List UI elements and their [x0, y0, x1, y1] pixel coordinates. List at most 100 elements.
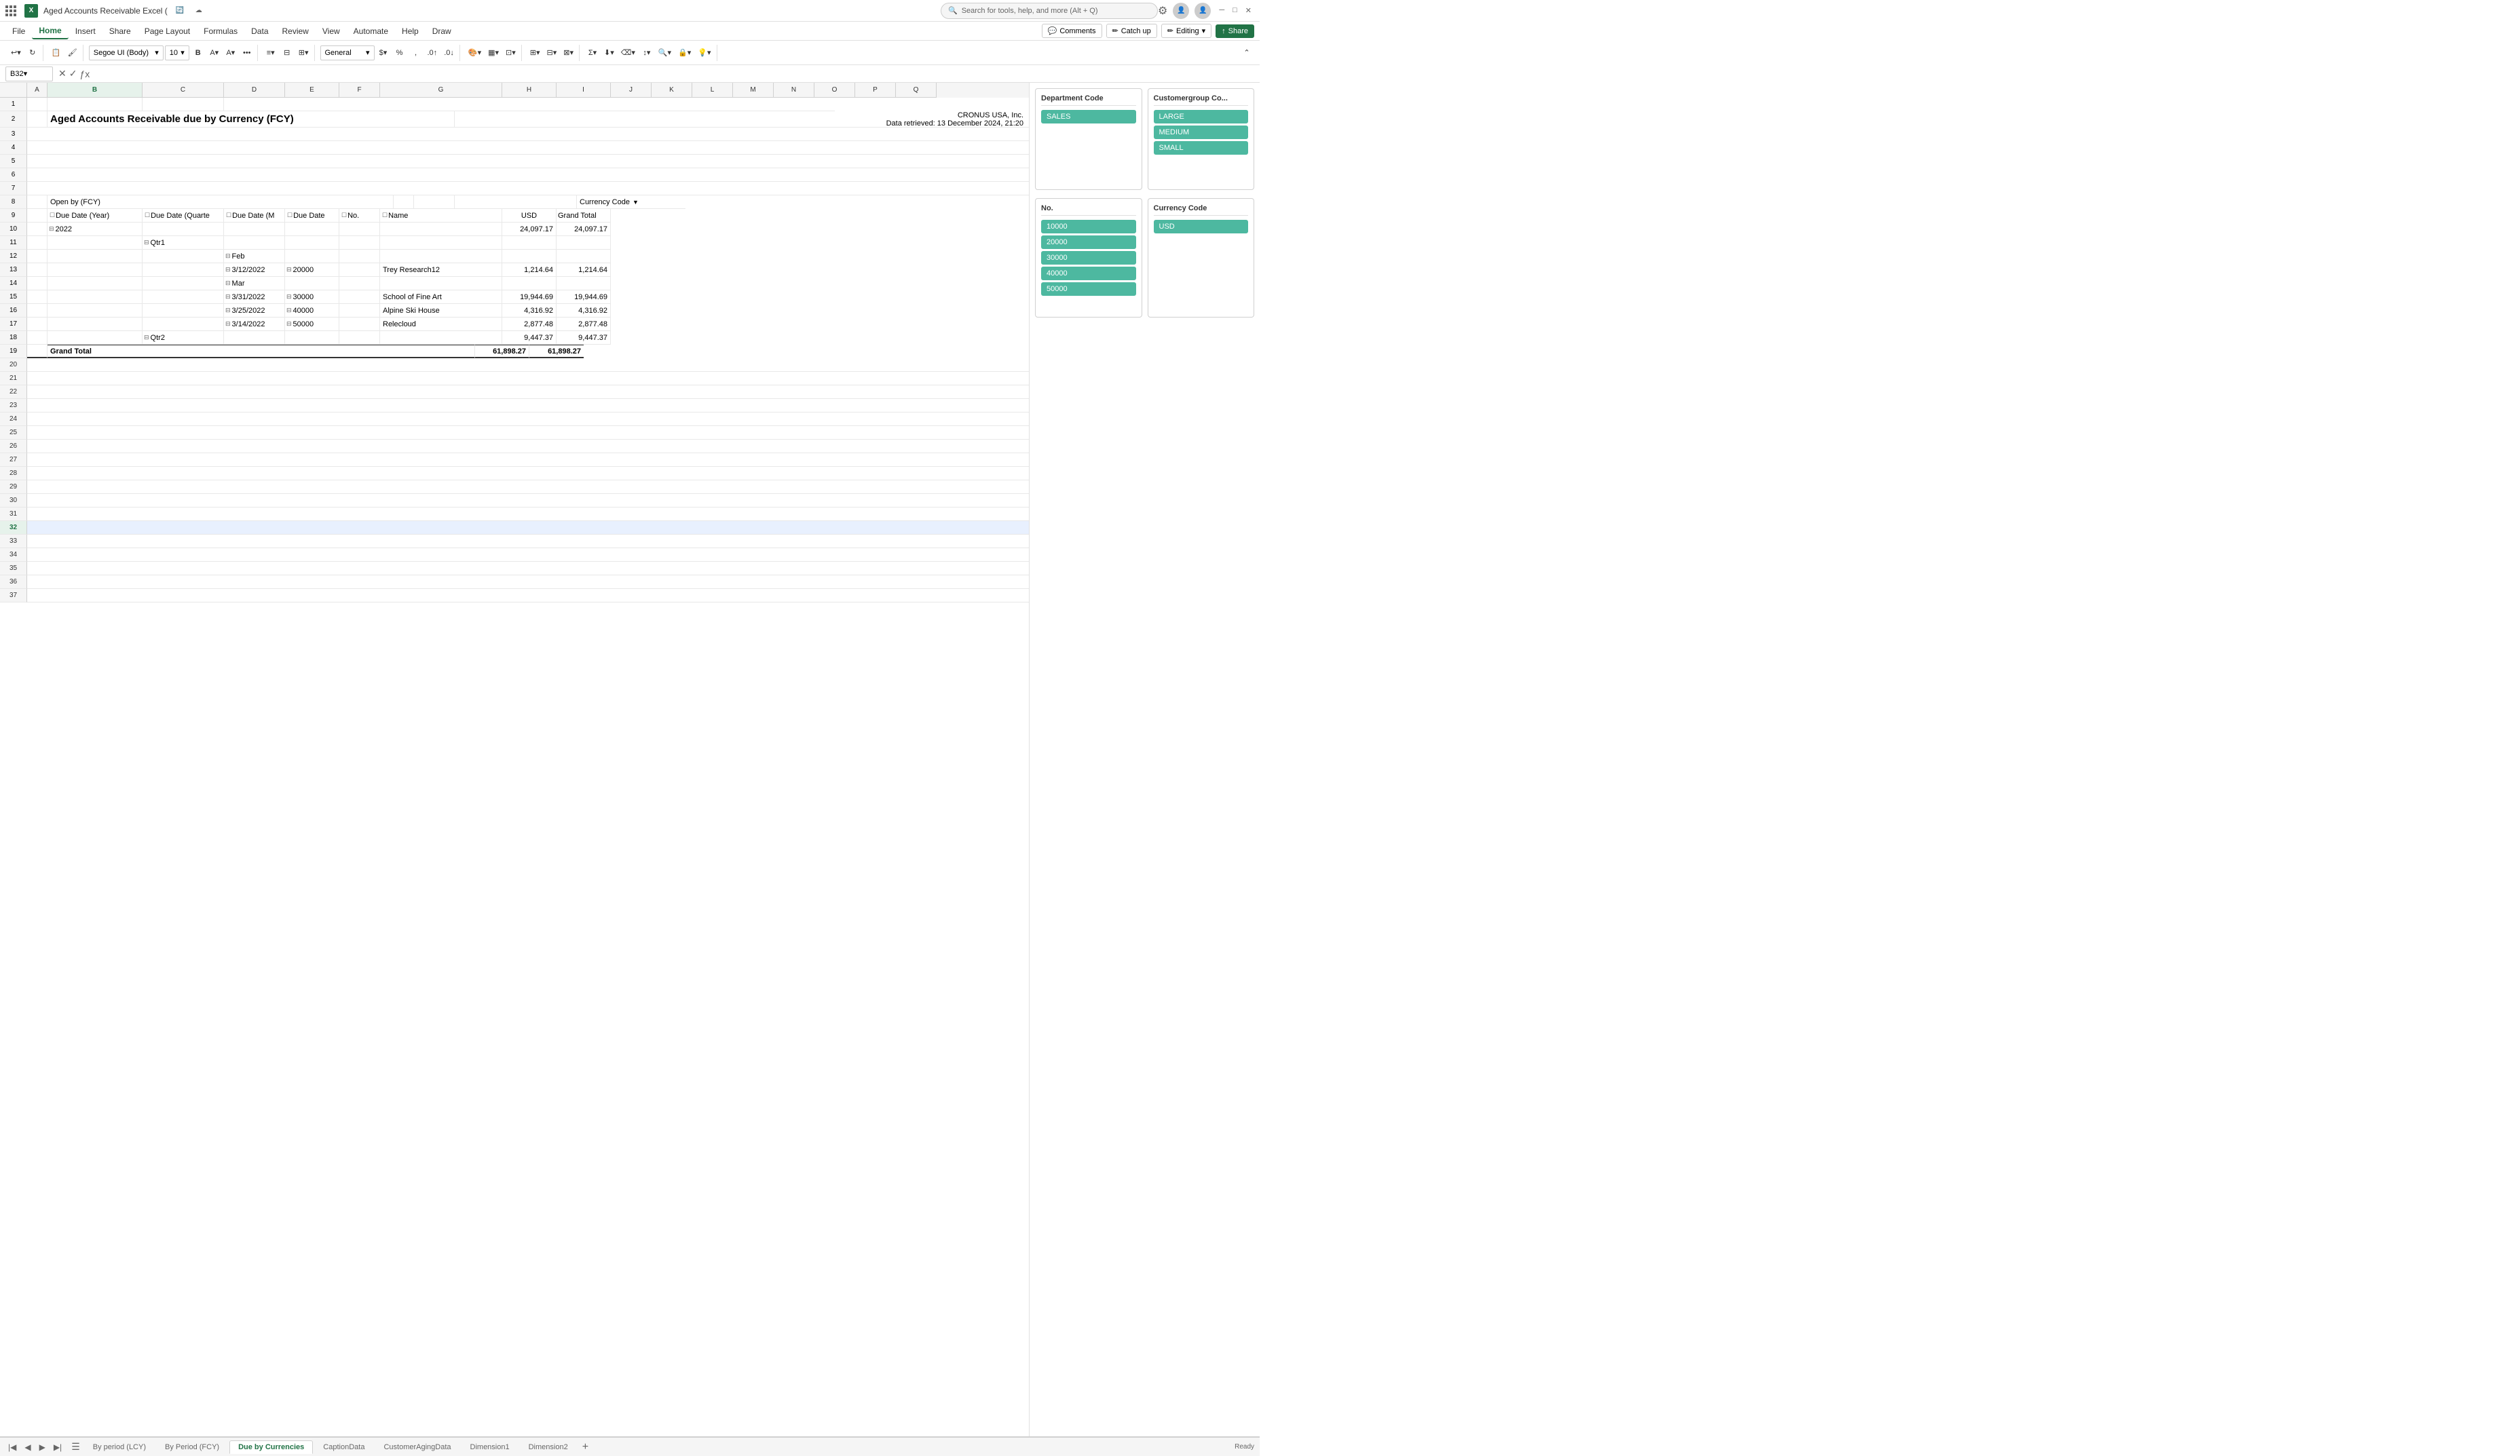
- row-header-20[interactable]: 20: [0, 358, 27, 372]
- row-header-15[interactable]: 15: [0, 290, 27, 304]
- comments-btn[interactable]: 💬 Comments: [1042, 24, 1102, 38]
- cell-G14[interactable]: [380, 277, 502, 290]
- row-header-22[interactable]: 22: [0, 385, 27, 399]
- row-header-13[interactable]: 13: [0, 263, 27, 277]
- sensitivity-btn[interactable]: 🔒▾: [675, 45, 694, 61]
- cell-no-40000[interactable]: ⊟ 40000: [285, 304, 339, 318]
- tab-insert[interactable]: Insert: [69, 24, 102, 39]
- cell-grand-total-val[interactable]: 61,898.27: [529, 345, 584, 358]
- col-header-M[interactable]: M: [733, 83, 774, 98]
- col-header-H[interactable]: H: [502, 83, 557, 98]
- col-header-E[interactable]: E: [285, 83, 339, 98]
- cell-B17[interactable]: [48, 318, 143, 331]
- col-header-Q[interactable]: Q: [896, 83, 937, 98]
- cell-B1[interactable]: [48, 98, 143, 111]
- cell-G18[interactable]: [380, 331, 502, 345]
- expand-40000-icon[interactable]: ⊟: [286, 307, 292, 314]
- ideas-btn[interactable]: 💡▾: [695, 45, 713, 61]
- cell-F16[interactable]: [339, 304, 380, 318]
- row-header-8[interactable]: 8: [0, 195, 27, 209]
- cell-C17[interactable]: [143, 318, 224, 331]
- cell-F17[interactable]: [339, 318, 380, 331]
- wrap-btn[interactable]: ⊟: [280, 45, 295, 61]
- cell-grand-total-label[interactable]: Grand Total: [48, 345, 475, 358]
- col-header-D[interactable]: D: [224, 83, 285, 98]
- cell-A14[interactable]: [27, 277, 48, 290]
- cell-A8[interactable]: [27, 195, 48, 209]
- tab-data[interactable]: Data: [244, 24, 275, 39]
- row-header-31[interactable]: 31: [0, 507, 27, 521]
- tab-review[interactable]: Review: [276, 24, 316, 39]
- sheet-nav-next[interactable]: ▶: [37, 1441, 48, 1453]
- tab-draw[interactable]: Draw: [426, 24, 458, 39]
- insert-cells-btn[interactable]: ⊞▾: [527, 45, 543, 61]
- cell-E8[interactable]: [394, 195, 414, 209]
- cell-D10[interactable]: [224, 223, 285, 236]
- cell-mar[interactable]: ⊟ Mar: [224, 277, 285, 290]
- row-header-36[interactable]: 36: [0, 575, 27, 589]
- cell-A18[interactable]: [27, 331, 48, 345]
- more-btn[interactable]: •••: [240, 45, 255, 61]
- cell-C14[interactable]: [143, 277, 224, 290]
- row-header-35[interactable]: 35: [0, 562, 27, 575]
- sheet-tab-dimension2[interactable]: Dimension2: [520, 1440, 577, 1453]
- cell-E12[interactable]: [285, 250, 339, 263]
- row-header-25[interactable]: 25: [0, 426, 27, 440]
- cell-date-331[interactable]: ⊟ 3/31/2022: [224, 290, 285, 304]
- fill-color-btn[interactable]: A▾: [207, 45, 222, 61]
- search-bar[interactable]: 🔍 Search for tools, help, and more (Alt …: [941, 3, 1158, 19]
- cell-F15[interactable]: [339, 290, 380, 304]
- cell-E11[interactable]: [285, 236, 339, 250]
- cell-A1[interactable]: [27, 98, 48, 111]
- cell-no-20000[interactable]: ⊟ 20000: [285, 263, 339, 277]
- cell-C1[interactable]: [143, 98, 224, 111]
- excel-grid[interactable]: A B C D E F G H I J K L M N O P Q 1: [0, 83, 1029, 1436]
- close-btn[interactable]: ✕: [1243, 6, 1254, 15]
- cell-qtr1[interactable]: ⊟ Qtr1: [143, 236, 224, 250]
- row-header-16[interactable]: 16: [0, 304, 27, 318]
- format-selector[interactable]: General ▾: [320, 45, 375, 60]
- conditional-format-btn[interactable]: 🎨▾: [466, 45, 484, 61]
- cell-B16[interactable]: [48, 304, 143, 318]
- checkbox-due-date-quarter[interactable]: ☐: [145, 212, 150, 219]
- cell-I12[interactable]: [557, 250, 611, 263]
- cell-B12[interactable]: [48, 250, 143, 263]
- paste-btn[interactable]: 📋: [49, 45, 64, 61]
- row-header-4[interactable]: 4: [0, 141, 27, 155]
- checkbox-due-date[interactable]: ☐: [287, 212, 293, 219]
- cell-usd-2022[interactable]: 24,097.17: [502, 223, 557, 236]
- cell-G8[interactable]: [455, 195, 577, 209]
- cell-due-date[interactable]: ☐ Due Date: [285, 209, 339, 223]
- row-header-2[interactable]: 2: [0, 111, 27, 128]
- cell-grand-relecloud[interactable]: 2,877.48: [557, 318, 611, 331]
- sheet-tab-due-by-currencies[interactable]: Due by Currencies: [229, 1440, 313, 1454]
- undo-btn[interactable]: ↩▾: [8, 45, 24, 61]
- settings-icon[interactable]: ⚙: [1158, 4, 1167, 18]
- tab-formulas[interactable]: Formulas: [197, 24, 244, 39]
- row-header-7[interactable]: 7: [0, 182, 27, 195]
- row-header-17[interactable]: 17: [0, 318, 27, 331]
- cell-name-relecloud[interactable]: Relecloud: [380, 318, 502, 331]
- insert-function-icon[interactable]: ƒx: [79, 69, 90, 79]
- sheet-tab-dimension1[interactable]: Dimension1: [462, 1440, 519, 1453]
- cell-usd-alpine[interactable]: 4,316.92: [502, 304, 557, 318]
- dec-increase-btn[interactable]: .0↑: [425, 45, 440, 61]
- row-header-11[interactable]: 11: [0, 236, 27, 250]
- cell-feb[interactable]: ⊟ Feb: [224, 250, 285, 263]
- row-header-23[interactable]: 23: [0, 399, 27, 413]
- row-header-3[interactable]: 3: [0, 128, 27, 141]
- cell-A16[interactable]: [27, 304, 48, 318]
- cell-A17[interactable]: [27, 318, 48, 331]
- row-header-34[interactable]: 34: [0, 548, 27, 562]
- cell-name-alpine[interactable]: Alpine Ski House: [380, 304, 502, 318]
- row-header-27[interactable]: 27: [0, 453, 27, 467]
- format-cells-btn[interactable]: ⊠▾: [561, 45, 576, 61]
- cell-date-325[interactable]: ⊟ 3/25/2022: [224, 304, 285, 318]
- cell-A19[interactable]: [27, 345, 48, 358]
- cell-usd-grand-total[interactable]: 61,898.27: [475, 345, 529, 358]
- row-header-33[interactable]: 33: [0, 535, 27, 548]
- cell-B11[interactable]: [48, 236, 143, 250]
- expand-20000-icon[interactable]: ⊟: [286, 266, 292, 273]
- checkbox-due-date-month[interactable]: ☐: [226, 212, 231, 219]
- sum-btn[interactable]: Σ▾: [585, 45, 600, 61]
